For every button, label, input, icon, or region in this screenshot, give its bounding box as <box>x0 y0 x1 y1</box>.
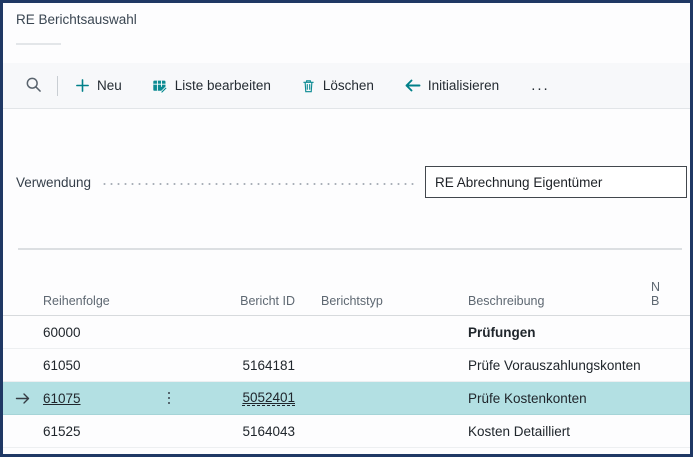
section-divider <box>18 248 682 250</box>
current-row-arrow-icon <box>3 392 43 405</box>
cell-bericht-id[interactable]: 5052401 <box>178 390 303 406</box>
delete-button[interactable]: Löschen <box>301 78 374 94</box>
new-button-label: Neu <box>97 78 122 93</box>
dotted-leader <box>101 182 415 188</box>
cell-bericht-id[interactable]: 5164181 <box>178 358 303 373</box>
delete-button-label: Löschen <box>322 78 374 93</box>
cell-beschreibung[interactable]: Prüfe Kostenkonten <box>433 391 643 406</box>
column-header-reihenfolge[interactable]: Reihenfolge <box>43 294 178 308</box>
cell-reihenfolge[interactable]: 61050 <box>43 358 178 373</box>
edit-list-button[interactable]: Liste bearbeiten <box>152 78 271 94</box>
table-header-row: Reihenfolge Bericht ID Berichtstyp Besch… <box>3 265 690 316</box>
edit-list-button-label: Liste bearbeiten <box>174 78 271 93</box>
initialize-button[interactable]: Initialisieren <box>404 78 499 93</box>
cell-bericht-id[interactable]: 5164043 <box>178 424 303 439</box>
report-selection-table: Reihenfolge Bericht ID Berichtstyp Besch… <box>3 265 690 454</box>
initialize-button-label: Initialisieren <box>427 78 500 93</box>
action-toolbar: Neu Liste bearbeiten Löschen Initialisie… <box>3 63 690 109</box>
page-title: RE Berichtsauswahl <box>16 12 137 27</box>
window-re-berichtsauswahl: RE Berichtsauswahl Neu Liste bearbeiten … <box>0 0 693 457</box>
verwendung-field-row: Verwendung <box>16 165 687 199</box>
verwendung-input[interactable] <box>425 166 687 198</box>
search-icon <box>25 76 42 96</box>
verwendung-label: Verwendung <box>16 174 92 190</box>
edit-list-icon <box>152 78 168 94</box>
cell-beschreibung[interactable]: Prüfe Vorauszahlungskonten <box>433 358 643 373</box>
cell-reihenfolge[interactable]: 61075 <box>43 390 178 407</box>
search-button[interactable] <box>25 76 42 96</box>
table-row-selected[interactable]: 61075 5052401 Prüfe Kostenkonten <box>3 382 690 415</box>
more-options-button[interactable]: ... <box>531 78 550 93</box>
column-header-clipped[interactable]: N B <box>643 280 690 308</box>
title-underline <box>16 43 61 45</box>
table-row[interactable]: 61050 5164181 Prüfe Vorauszahlungskonten <box>3 349 690 382</box>
row-kebab-menu-icon[interactable] <box>164 390 175 407</box>
cell-beschreibung[interactable]: Kosten Detailliert <box>433 424 643 439</box>
cell-beschreibung[interactable]: Prüfungen <box>433 325 643 340</box>
trash-icon <box>301 78 316 94</box>
column-header-bericht-id[interactable]: Bericht ID <box>178 294 303 308</box>
new-button[interactable]: Neu <box>75 78 122 93</box>
table-row[interactable]: 61525 5164043 Kosten Detailliert <box>3 415 690 448</box>
cell-reihenfolge[interactable]: 61525 <box>43 424 178 439</box>
plus-icon <box>75 78 90 93</box>
column-header-berichtstyp[interactable]: Berichtstyp <box>303 294 433 308</box>
arrow-left-icon <box>404 78 421 93</box>
column-header-beschreibung[interactable]: Beschreibung <box>433 294 643 308</box>
toolbar-divider <box>57 75 58 96</box>
cell-reihenfolge[interactable]: 60000 <box>43 325 178 340</box>
table-row[interactable]: 60000 Prüfungen <box>3 316 690 349</box>
